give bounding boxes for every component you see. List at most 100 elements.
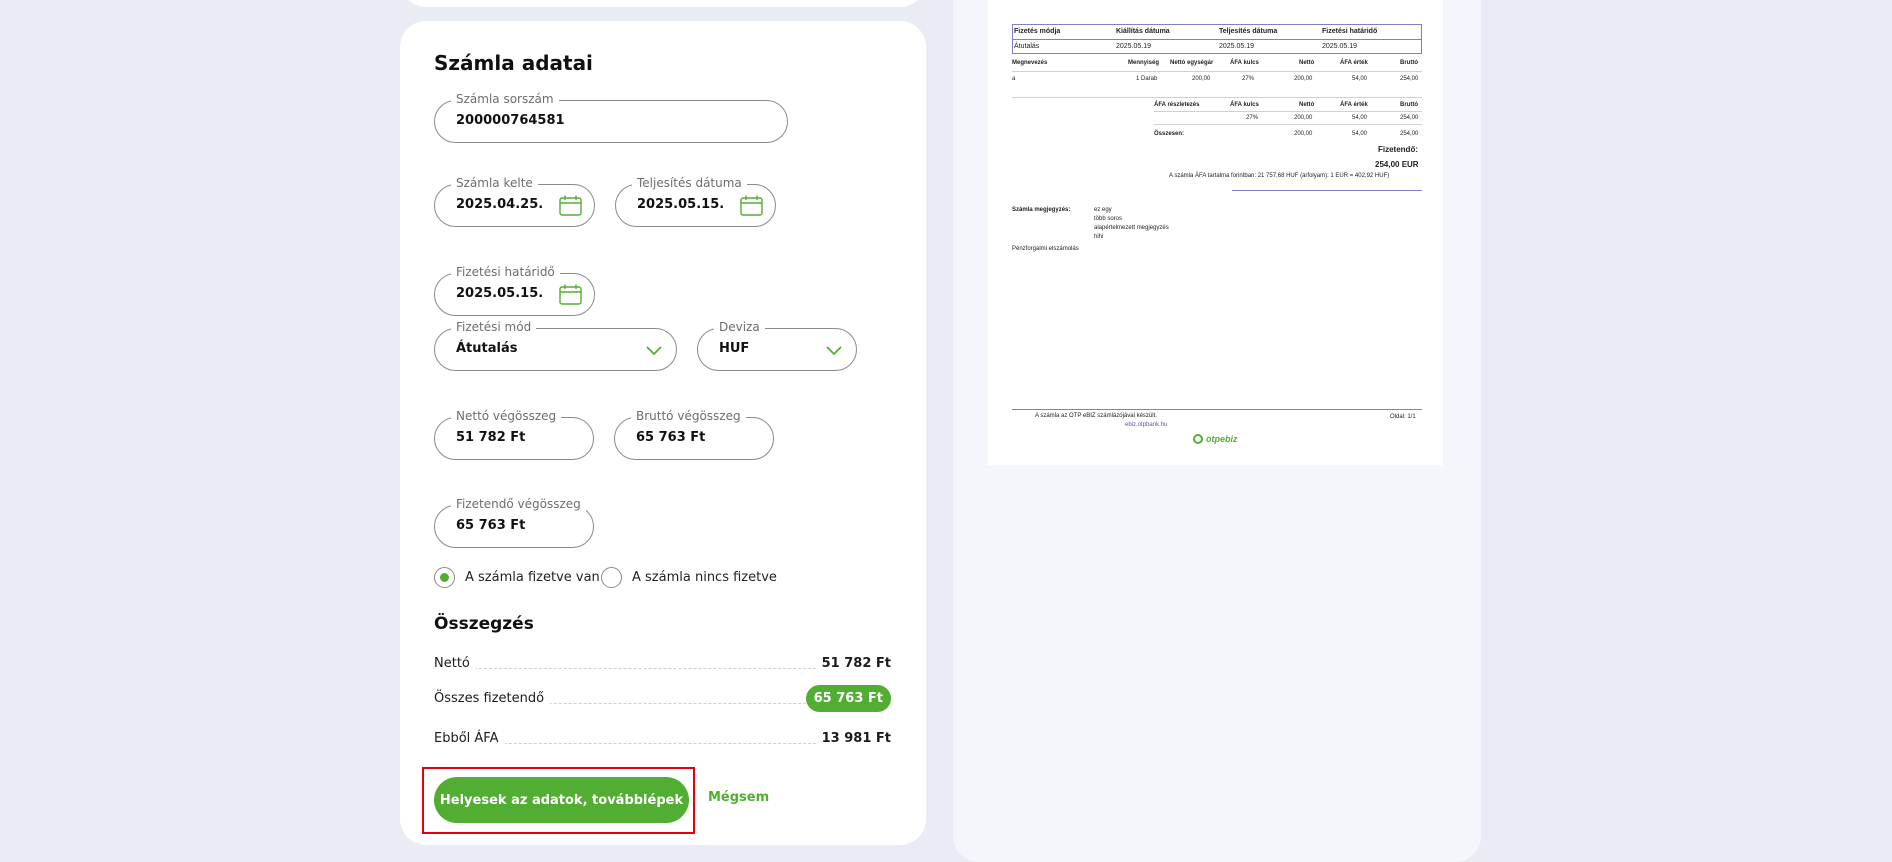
preview-text: Bruttó (1400, 60, 1418, 66)
payable-total-value: 65 763 Ft (456, 518, 526, 533)
issue-date-value: 2025.04.25. (456, 197, 544, 212)
net-total-label: Nettó végösszeg (451, 408, 562, 424)
preview-text: Megnevezés (1012, 60, 1048, 66)
preview-text: Számla megjegyzés: (1012, 207, 1071, 213)
preview-text: Teljesítés dátuma (1219, 28, 1278, 35)
issue-date-label: Számla kelte (451, 175, 538, 191)
divider (1154, 111, 1422, 112)
preview-text: Oldal: 1/1 (1390, 414, 1416, 420)
preview-text: 54,00 (1352, 76, 1368, 82)
payable-total-field[interactable]: Fizetendő végösszeg 65 763 Ft (434, 496, 594, 548)
invoice-number-value: 200000764581 (456, 113, 565, 128)
preview-text: Fizetés módja (1014, 28, 1061, 35)
gross-total-label: Bruttó végösszeg (631, 408, 746, 424)
calendar-icon[interactable] (740, 195, 763, 216)
preview-text: 27% (1246, 115, 1259, 121)
radio-paid-circle[interactable] (434, 567, 455, 588)
preview-text: Fizetési határidő (1322, 28, 1378, 35)
preview-text: Összesen: (1154, 131, 1185, 137)
gross-total-field[interactable]: Bruttó végösszeg 65 763 Ft (614, 408, 774, 460)
radio-unpaid-label: A számla nincs fizetve (632, 570, 777, 585)
cancel-link[interactable]: Mégsem (708, 790, 769, 805)
payment-deadline-label: Fizetési határidő (451, 264, 560, 280)
preview-text: ÁFA érték (1340, 102, 1368, 108)
preview-text: 2025.05.19 (1322, 43, 1358, 50)
issue-date-field[interactable]: Számla kelte 2025.04.25. (434, 175, 595, 227)
preview-text: Kiállítás dátuma (1116, 28, 1170, 35)
divider (1012, 409, 1422, 410)
gross-total-value: 65 763 Ft (636, 430, 706, 445)
radio-paid[interactable]: A számla fizetve van (434, 567, 600, 588)
divider (1012, 71, 1422, 72)
preview-text: 54,00 (1352, 115, 1368, 121)
preview-text: több soros (1094, 216, 1123, 222)
summary-total-badge: 65 763 Ft (805, 685, 891, 712)
preview-text: 254,00 EUR (1375, 160, 1419, 169)
calendar-icon[interactable] (559, 195, 582, 216)
preview-text: Mennyiség (1128, 60, 1160, 66)
radio-unpaid[interactable]: A számla nincs fizetve (601, 567, 777, 588)
chevron-down-icon[interactable] (826, 344, 842, 356)
otp-logo-text: otpebiz (1206, 434, 1238, 444)
completion-date-field[interactable]: Teljesítés dátuma 2025.05.15. (615, 175, 776, 227)
currency-select[interactable]: Deviza HUF (697, 319, 857, 371)
preview-text: 27% (1242, 76, 1255, 82)
payment-method-value: Átutalás (456, 341, 518, 356)
preview-text: Fizetendő: (1378, 145, 1418, 154)
summary-net-label: Nettó (434, 656, 476, 671)
payment-deadline-value: 2025.05.15. (456, 286, 544, 301)
preview-text: 2025.05.19 (1219, 43, 1255, 50)
form-title: Számla adatai (434, 51, 593, 75)
preview-text: 54,00 (1352, 131, 1368, 137)
confirm-button[interactable]: Helyesek az adatok, továbblépek (434, 777, 689, 823)
otp-logo-icon (1193, 434, 1203, 444)
invoice-preview: Fizetés módja Kiállítás dátuma Teljesíté… (988, 0, 1443, 465)
divider (1154, 124, 1422, 125)
preview-text: ez egy (1094, 207, 1112, 213)
divider (1012, 39, 1422, 40)
calendar-icon[interactable] (559, 284, 582, 305)
summary-vat-label: Ebből ÁFA (434, 731, 505, 746)
preview-text: ÁFA kulcs (1230, 102, 1259, 108)
payment-method-select[interactable]: Fizetési mód Átutalás (434, 319, 677, 371)
currency-value: HUF (719, 341, 750, 356)
preview-text: ÁFA kulcs (1230, 60, 1259, 66)
payable-total-label: Fizetendő végösszeg (451, 496, 586, 512)
summary-total-row: Összes fizetendő 65 763 Ft (434, 685, 891, 712)
summary-net-row: Nettó 51 782 Ft (434, 654, 891, 674)
preview-text: hihi (1094, 234, 1104, 240)
radio-paid-label: A számla fizetve van (465, 570, 600, 585)
currency-label: Deviza (714, 319, 765, 335)
preview-text: Nettó (1299, 60, 1315, 66)
preview-link[interactable]: ebiz.otpbank.hu (1125, 422, 1167, 428)
preview-text: Nettó egységár (1170, 60, 1214, 66)
previous-card (400, 0, 926, 7)
preview-text: alapértelmezett megjegyzés (1094, 225, 1169, 231)
preview-text: 254,00 (1400, 76, 1419, 82)
preview-text: 200,00 (1294, 115, 1313, 121)
preview-text: Bruttó (1400, 102, 1418, 108)
summary-title: Összegzés (434, 614, 534, 634)
invoice-number-label: Számla sorszám (451, 91, 559, 107)
preview-text: 1 Darab (1136, 76, 1158, 82)
completion-date-label: Teljesítés dátuma (632, 175, 747, 191)
invoice-number-field[interactable]: Számla sorszám 200000764581 (434, 91, 788, 143)
preview-text: 254,00 (1400, 131, 1419, 137)
divider (1012, 97, 1422, 98)
preview-text: 2025.05.19 (1116, 43, 1152, 50)
preview-text: A számla az OTP eBIZ számlázójával készü… (1035, 413, 1157, 419)
chevron-down-icon[interactable] (646, 344, 662, 356)
preview-text: Nettó (1299, 102, 1315, 108)
summary-vat-value: 13 981 Ft (815, 731, 891, 746)
payment-method-label: Fizetési mód (451, 319, 537, 335)
preview-text: ÁFA részletezés (1154, 102, 1200, 108)
net-total-field[interactable]: Nettó végösszeg 51 782 Ft (434, 408, 594, 460)
preview-text: 200,00 (1294, 131, 1313, 137)
preview-text: Átutalás (1014, 43, 1040, 50)
preview-text: ÁFA érték (1340, 60, 1368, 66)
net-total-value: 51 782 Ft (456, 430, 526, 445)
radio-unpaid-circle[interactable] (601, 567, 622, 588)
preview-text: 200,00 (1294, 76, 1313, 82)
preview-text: a (1012, 76, 1016, 82)
payment-deadline-field[interactable]: Fizetési határidő 2025.05.15. (434, 264, 595, 316)
